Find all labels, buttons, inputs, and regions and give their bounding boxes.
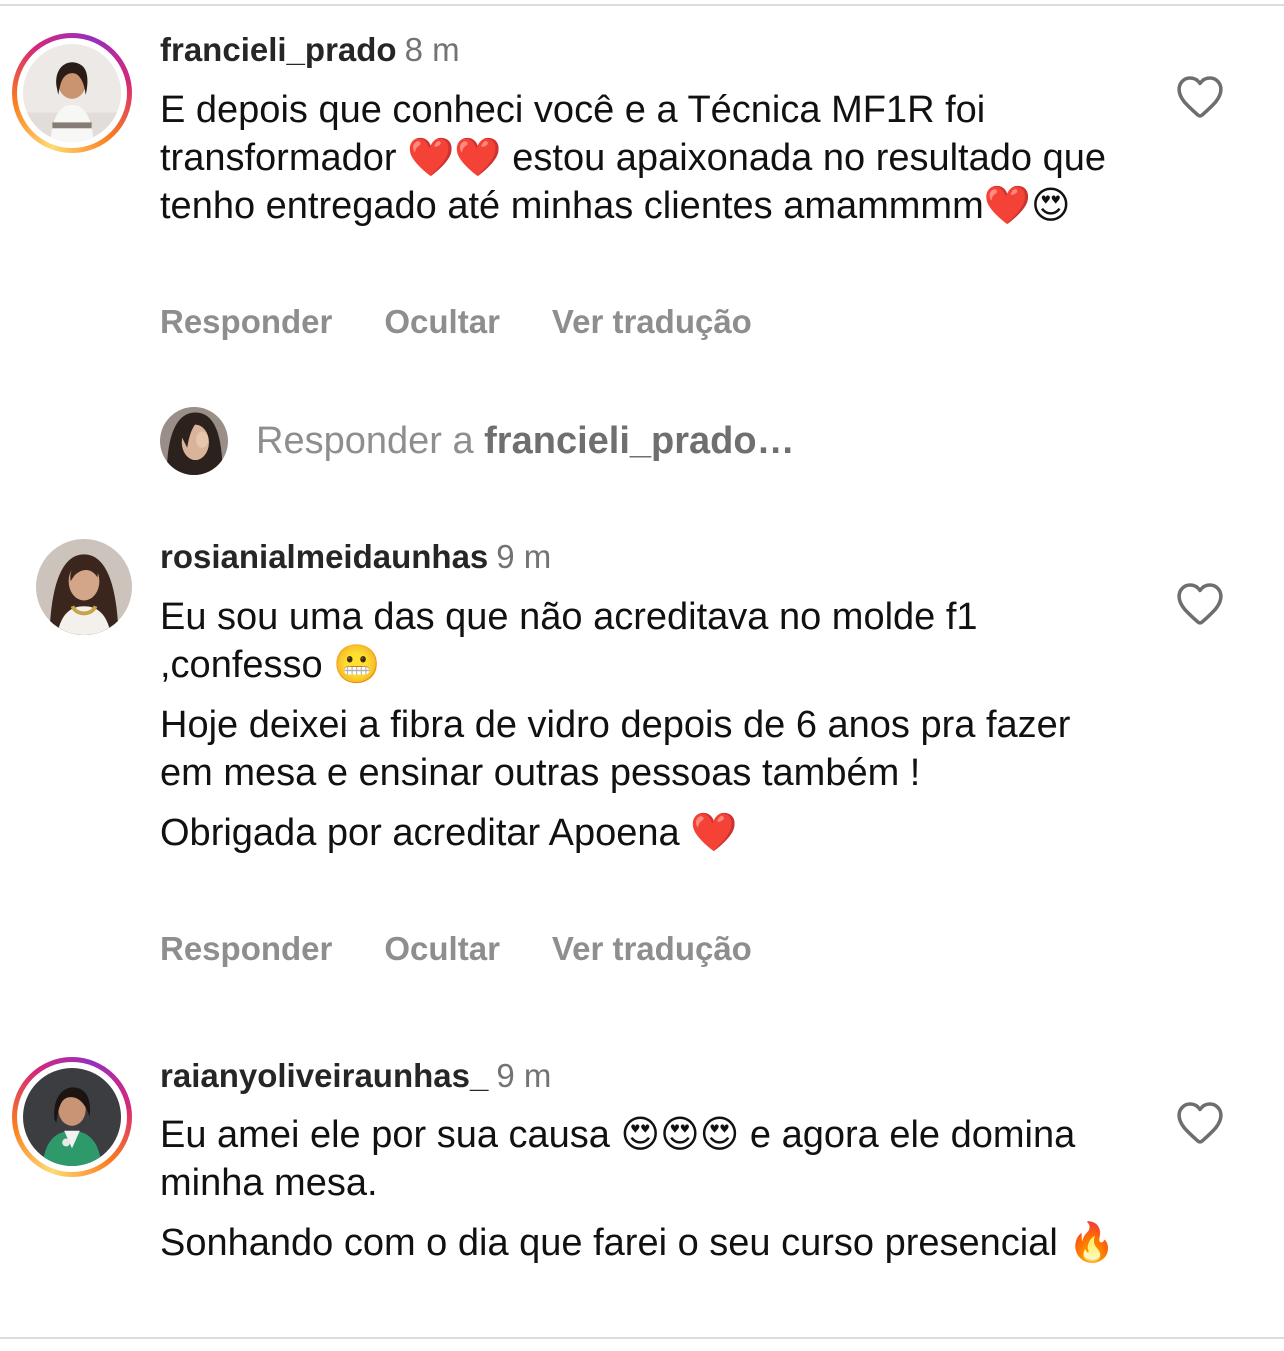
comment-line: Hoje deixei a fibra de vidro depois de 6…: [160, 704, 1082, 794]
like-button[interactable]: [1174, 1099, 1226, 1145]
bottom-divider: [0, 1337, 1284, 1339]
reply-prefix: Responder a: [256, 420, 485, 462]
comment-actions: Responder Ocultar Ver tradução: [160, 302, 804, 342]
comment-username[interactable]: francieli_prado: [160, 31, 397, 68]
comment-username[interactable]: rosianialmeidaunhas: [160, 538, 488, 575]
comment-line: Sonhando com o dia que farei o seu curso…: [160, 1222, 1116, 1264]
avatar: [36, 539, 132, 635]
heart-outline-icon: [1177, 76, 1223, 118]
comment-header: francieli_prado 8 m: [160, 30, 460, 70]
story-ring: [17, 1062, 127, 1172]
comment-text: Eu amei ele por sua causa 😍😍😍 e agora el…: [160, 1111, 1120, 1267]
see-translation-button[interactable]: Ver tradução: [552, 303, 752, 340]
story-ring: [17, 38, 127, 148]
heart-outline-icon: [1177, 583, 1223, 625]
hide-button[interactable]: Ocultar: [384, 303, 500, 340]
comment-line: E depois que conheci você e a Técnica MF…: [160, 89, 1117, 227]
woman-dark-hair-avatar: [160, 407, 228, 475]
comment-username[interactable]: raianyoliveiraunhas_: [160, 1057, 488, 1094]
woman-white-blazer-avatar: [23, 44, 121, 142]
reply-input[interactable]: Responder a francieli_prado…: [256, 417, 795, 465]
comment-header: rosianialmeidaunhas 9 m: [160, 537, 551, 577]
comment-line: Eu sou uma das que não acreditava no mol…: [160, 596, 989, 686]
avatar: [23, 44, 121, 142]
comment-avatar[interactable]: [12, 33, 132, 153]
reply-composer[interactable]: Responder a francieli_prado…: [160, 405, 1060, 475]
reply-target-username: francieli_prado…: [484, 420, 795, 462]
comment-text: Eu sou uma das que não acreditava no mol…: [160, 593, 1120, 857]
comment-avatar[interactable]: [12, 1057, 132, 1177]
comment-time: 9 m: [496, 1057, 552, 1094]
comment-time: 8 m: [404, 31, 460, 68]
comment-actions: Responder Ocultar Ver tradução: [160, 929, 804, 969]
current-user-avatar: [160, 407, 228, 475]
woman-green-blazer-avatar: [23, 1068, 121, 1166]
reply-button[interactable]: Responder: [160, 303, 332, 340]
top-divider: [0, 4, 1284, 6]
comment-line: Eu amei ele por sua causa 😍😍😍 e agora el…: [160, 1114, 1086, 1204]
hide-button[interactable]: Ocultar: [384, 930, 500, 967]
heart-outline-icon: [1177, 1102, 1223, 1144]
see-translation-button[interactable]: Ver tradução: [552, 930, 752, 967]
comment-header: raianyoliveiraunhas_ 9 m: [160, 1056, 551, 1096]
like-button[interactable]: [1174, 73, 1226, 119]
woman-necklace-avatar: [36, 539, 132, 635]
comment-avatar[interactable]: [36, 539, 132, 635]
comment-line: Obrigada por acreditar Apoena ❤️: [160, 812, 738, 854]
avatar: [23, 1068, 121, 1166]
comment-text: E depois que conheci você e a Técnica MF…: [160, 86, 1120, 230]
comment-time: 9 m: [496, 538, 552, 575]
reply-button[interactable]: Responder: [160, 930, 332, 967]
like-button[interactable]: [1174, 580, 1226, 626]
